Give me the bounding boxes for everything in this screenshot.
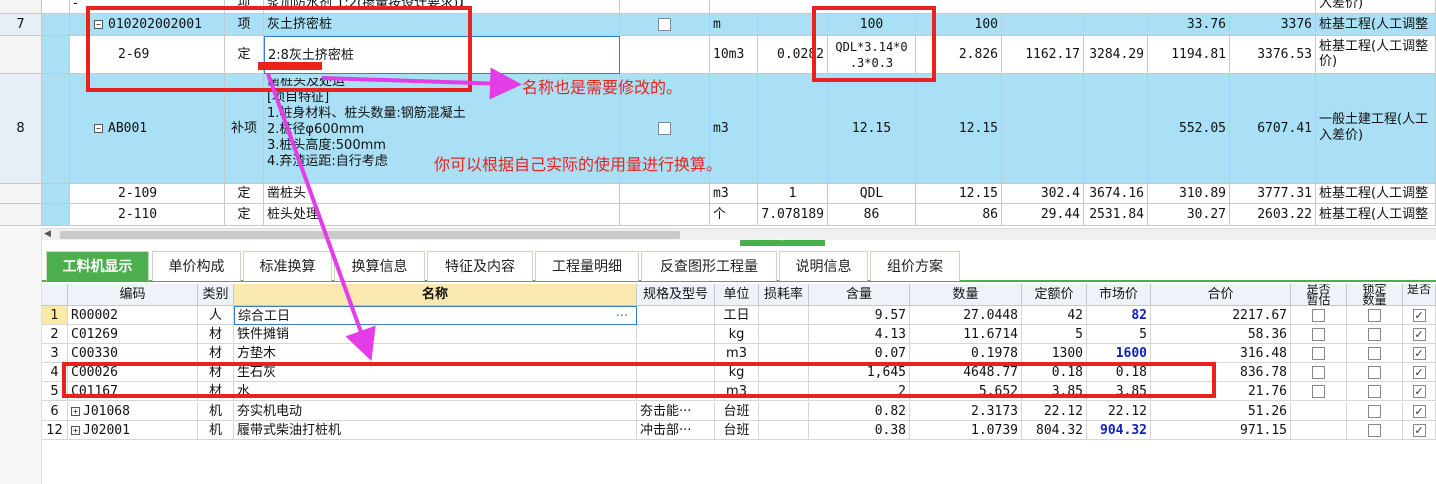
annotation-arrows <box>266 67 522 362</box>
note-convert-usage: 你可以根据自己实际的使用量进行换算。 <box>434 155 723 174</box>
arrow-to-note <box>321 67 522 100</box>
arrow-to-material <box>266 73 376 362</box>
note-name-needs-edit: 名称也是需要修改的。 <box>522 78 683 97</box>
